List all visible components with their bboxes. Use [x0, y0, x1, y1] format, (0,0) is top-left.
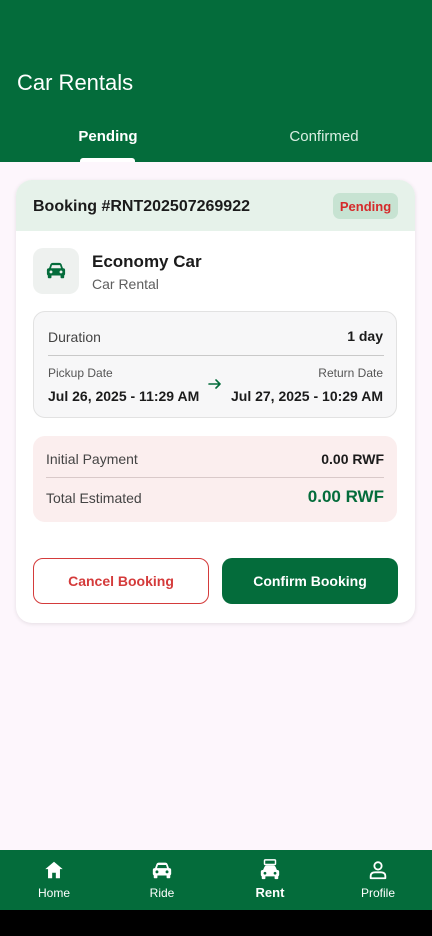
nav-label-profile: Profile [360, 886, 395, 900]
car-name: Economy Car [92, 252, 202, 271]
tab-indicator [80, 158, 135, 162]
page-title: Car Rentals [17, 70, 134, 95]
car-icon [46, 262, 66, 279]
divider [48, 355, 384, 356]
home-icon [45, 861, 63, 879]
total-estimated-label: Total Estimated [46, 490, 142, 506]
divider [46, 477, 384, 478]
status-badge: Pending [333, 193, 398, 219]
rental-details: Duration 1 day Pickup Date Jul 26, 2025 … [33, 311, 397, 418]
payment-summary: Initial Payment 0.00 RWF Total Estimated… [33, 436, 397, 522]
tab-confirmed[interactable]: Confirmed [216, 128, 432, 146]
pickup-date-value: Jul 26, 2025 - 11:29 AM [48, 388, 200, 404]
total-estimated-value: 0.00 RWF [307, 487, 384, 506]
car-icon [152, 862, 172, 879]
rental-car-icon [260, 859, 280, 880]
nav-item-profile[interactable]: Profile [324, 850, 432, 910]
booking-card-header: Booking #RNT202507269922 Pending [16, 180, 415, 231]
duration-value: 1 day [347, 328, 383, 344]
initial-payment-label: Initial Payment [46, 451, 138, 467]
return-date-label: Return Date [318, 366, 383, 380]
nav-item-rent[interactable]: Rent [216, 850, 324, 910]
bottom-nav: Home Ride Rent Profile [0, 850, 432, 910]
nav-label-rent: Rent [255, 885, 285, 900]
car-icon-box [33, 248, 79, 294]
nav-label-home: Home [37, 886, 70, 900]
arrow-right-icon [208, 379, 221, 389]
system-navigation-bar [0, 910, 432, 936]
pickup-date-label: Pickup Date [48, 366, 113, 380]
duration-label: Duration [48, 329, 101, 345]
user-icon [369, 861, 387, 880]
app-header: Car Rentals Pending Confirmed [0, 0, 432, 162]
tab-pending[interactable]: Pending [0, 128, 216, 146]
nav-item-home[interactable]: Home [0, 850, 108, 910]
nav-label-ride: Ride [149, 886, 175, 900]
cancel-booking-button[interactable]: Cancel Booking [33, 558, 209, 604]
confirm-booking-button[interactable]: Confirm Booking [222, 558, 398, 604]
car-type: Car Rental [92, 276, 159, 292]
booking-id: Booking #RNT202507269922 [33, 198, 250, 215]
return-date-value: Jul 27, 2025 - 10:29 AM [230, 388, 383, 404]
booking-card: Booking #RNT202507269922 Pending Economy… [16, 180, 415, 623]
initial-payment-value: 0.00 RWF [321, 451, 384, 467]
nav-item-ride[interactable]: Ride [108, 850, 216, 910]
